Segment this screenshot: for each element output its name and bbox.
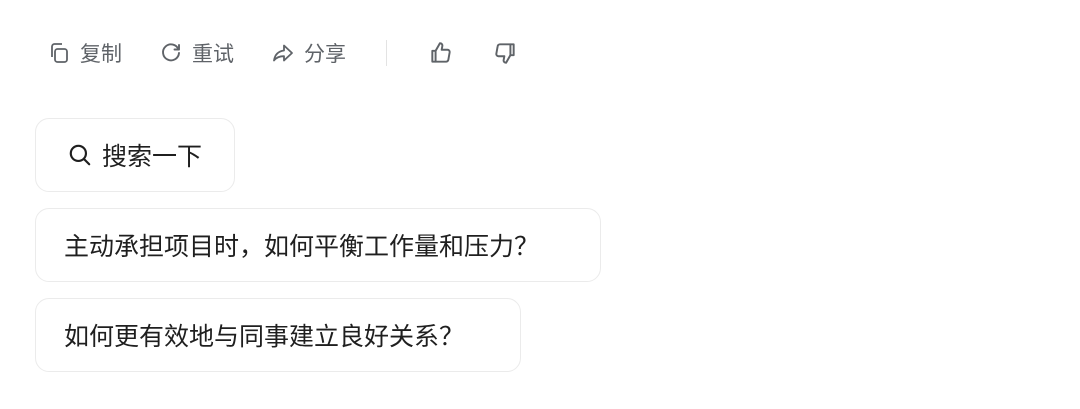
refresh-icon: [158, 40, 184, 66]
toolbar-divider: [386, 40, 387, 66]
suggested-question-2[interactable]: 如何更有效地与同事建立良好关系？: [35, 298, 521, 372]
suggested-question-label: 主动承担项目时，如何平衡工作量和压力？: [64, 232, 540, 261]
suggested-question-label: 如何更有效地与同事建立良好关系？: [64, 322, 465, 351]
share-label: 分享: [304, 42, 346, 66]
share-icon: [270, 40, 296, 66]
copy-icon: [46, 40, 72, 66]
copy-label: 复制: [80, 42, 122, 66]
search-suggestion-label: 搜索一下: [102, 142, 203, 171]
retry-label: 重试: [192, 42, 234, 66]
thumbs-up-icon: [427, 39, 455, 67]
search-suggestion-button[interactable]: 搜索一下: [35, 118, 235, 192]
search-icon: [66, 141, 94, 169]
message-action-toolbar: 复制 重试 分享: [46, 36, 519, 70]
dislike-button[interactable]: [491, 36, 519, 70]
copy-button[interactable]: 复制: [46, 36, 122, 70]
like-button[interactable]: [427, 36, 455, 70]
share-button[interactable]: 分享: [270, 36, 346, 70]
thumbs-down-icon: [491, 39, 519, 67]
retry-button[interactable]: 重试: [158, 36, 234, 70]
suggested-question-1[interactable]: 主动承担项目时，如何平衡工作量和压力？: [35, 208, 601, 282]
